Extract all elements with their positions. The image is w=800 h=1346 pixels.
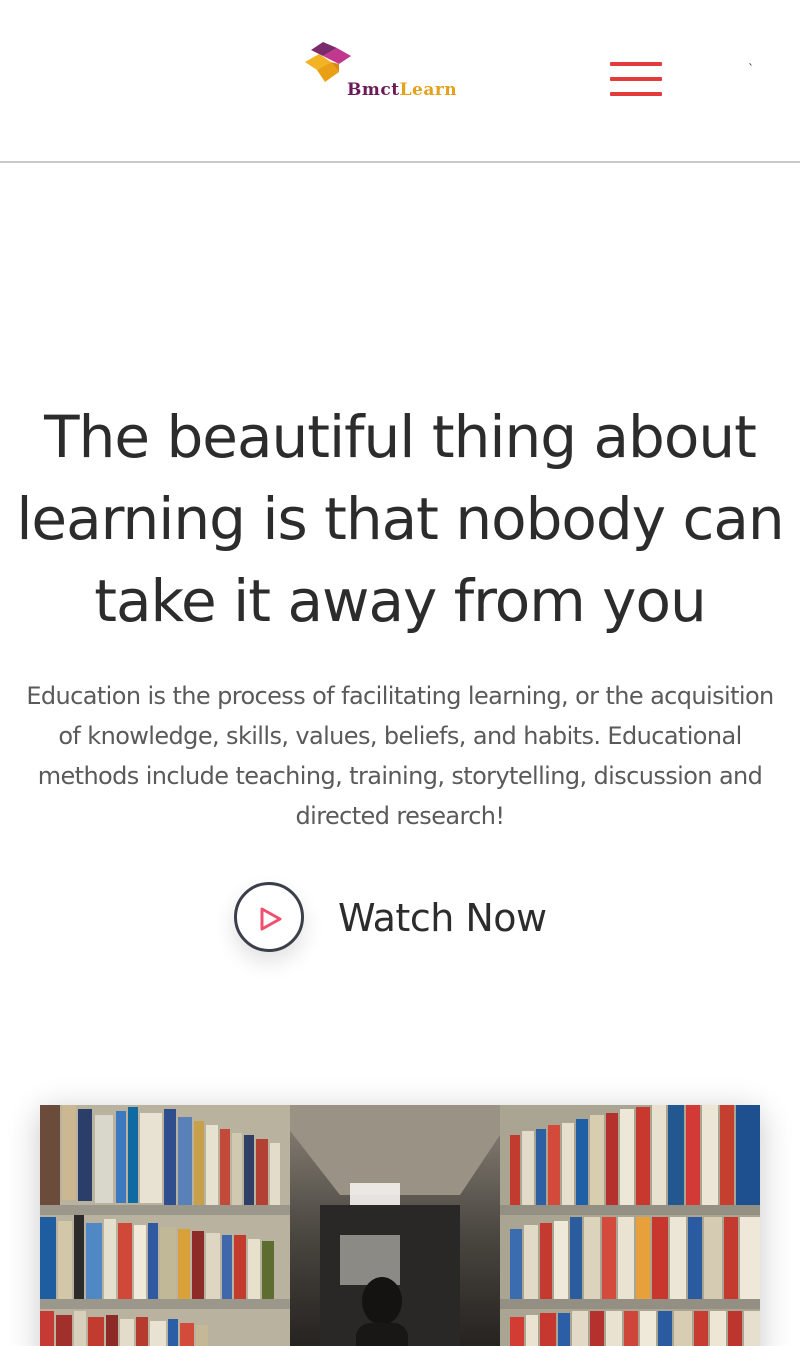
hamburger-menu-icon[interactable] [610, 62, 662, 100]
watch-now-button[interactable]: Watch Now [234, 882, 594, 960]
hero-title: The beautiful thing about learning is th… [16, 403, 784, 635]
hamburger-bar [610, 62, 662, 66]
logo-wordmark: BmctLearn [347, 80, 457, 100]
play-icon [260, 907, 282, 931]
play-button-circle[interactable] [234, 882, 304, 952]
hamburger-bar [610, 92, 662, 96]
library-photo-illustration [40, 1105, 760, 1346]
logo-text-learn: Learn [399, 80, 458, 100]
page: BmctLearn ` The beautiful thing about le… [0, 0, 800, 1346]
site-logo[interactable]: BmctLearn [305, 42, 490, 106]
logo-text-bmct: Bmct [347, 80, 400, 100]
hamburger-bar [610, 77, 662, 81]
stray-tick-mark: ` [748, 62, 754, 76]
hero-description: Education is the process of facilitating… [26, 682, 774, 830]
watch-now-label[interactable]: Watch Now [338, 896, 547, 940]
library-bookshelves-photo [40, 1105, 760, 1346]
logo-mark-icon [305, 42, 351, 82]
site-header: BmctLearn ` [0, 0, 800, 163]
